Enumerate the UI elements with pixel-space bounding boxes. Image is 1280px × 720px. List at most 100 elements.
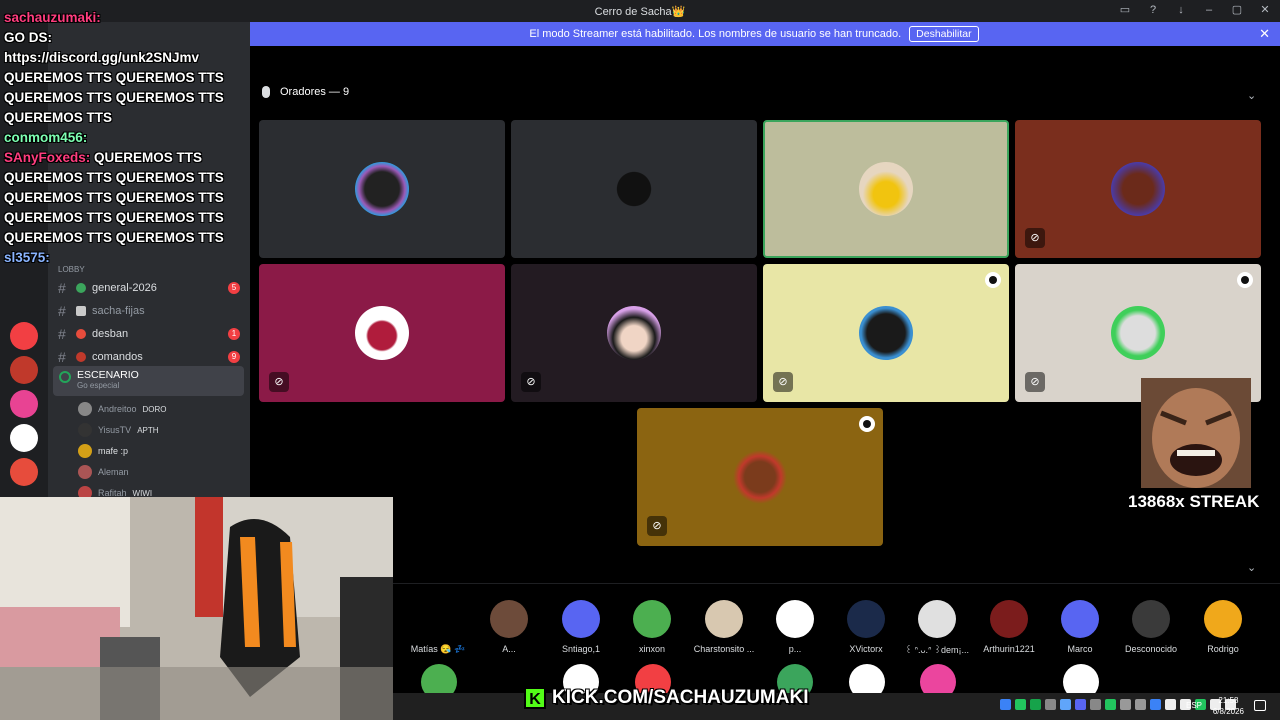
audience-member[interactable]: xinxon	[617, 600, 687, 654]
avatar	[990, 600, 1028, 638]
avatar	[1111, 306, 1165, 360]
speaker-tile[interactable]: ⊘	[1015, 120, 1261, 258]
tray-app-icon[interactable]	[1000, 699, 1011, 710]
speaker-tile[interactable]	[259, 120, 505, 258]
audience-member[interactable]: p...	[760, 600, 830, 654]
language-indicator[interactable]: ESP	[1186, 701, 1202, 710]
stage-channel-escenario[interactable]: ESCENARIO Go especial	[53, 366, 244, 396]
tray-app-icon[interactable]	[1015, 699, 1026, 710]
audience-member[interactable]: Charstonsito ...	[689, 600, 759, 654]
speaker-tile[interactable]: ⊘	[637, 408, 883, 546]
hash-icon: #	[58, 348, 66, 365]
audience-member[interactable]: XVictorx	[831, 600, 901, 654]
voice-user[interactable]: Andreitoo DORO	[78, 401, 167, 417]
server-icon[interactable]	[10, 356, 38, 384]
voice-user[interactable]: Aleman	[78, 464, 129, 480]
channel-item-sacha-fijas[interactable]: # sacha-fijas	[50, 299, 248, 322]
avatar	[614, 162, 654, 216]
audience-member[interactable]: ꒰ ᐢ.ᴗ.ᐢ ꒱dem¡...	[902, 600, 972, 656]
maximize-icon[interactable]: ▢	[1230, 3, 1244, 17]
close-window-icon[interactable]: ✕	[1258, 3, 1272, 17]
tray-app-icon[interactable]	[1135, 699, 1146, 710]
banner-close-icon[interactable]: ✕	[1259, 26, 1270, 42]
speaker-tile[interactable]	[763, 120, 1009, 258]
moderator-badge-icon	[1237, 272, 1253, 288]
disable-streamer-button[interactable]: Deshabilitar	[909, 26, 979, 42]
server-icon[interactable]	[10, 458, 38, 486]
streamer-mode-banner: El modo Streamer está habilitado. Los no…	[228, 22, 1280, 46]
car-emoji-icon	[76, 351, 86, 362]
minimize-icon[interactable]: –	[1202, 3, 1216, 17]
avatar	[1061, 600, 1099, 638]
user-tag: APTH	[137, 425, 159, 435]
tray-app-icon[interactable]	[1030, 699, 1041, 710]
chevron-down-icon[interactable]: ⌄	[1247, 89, 1256, 102]
tray-app-icon[interactable]	[1105, 699, 1116, 710]
tray-app-icon[interactable]	[1060, 699, 1071, 710]
tray-app-icon[interactable]	[1045, 699, 1056, 710]
tray-app-icon[interactable]	[1090, 699, 1101, 710]
avatar	[733, 450, 787, 504]
webcam-overlay	[0, 497, 393, 720]
audience-member[interactable]: Marco	[1045, 600, 1115, 654]
download-icon[interactable]: ↓	[1174, 3, 1188, 17]
channel-name: sacha-fijas	[92, 304, 145, 317]
speaker-tile[interactable]: ⊘	[259, 264, 505, 402]
muted-mic-icon: ⊘	[1025, 372, 1045, 392]
audience-member[interactable]: Desconocido	[1116, 600, 1186, 654]
chat-message: QUEREMOS TTS QUEREMOS TTS QUEREMOS TTS Q…	[4, 70, 224, 125]
hash-icon: #	[58, 279, 66, 296]
bluetooth-icon[interactable]	[1150, 699, 1161, 710]
notification-icon[interactable]	[1254, 700, 1266, 711]
speaker-tile[interactable]: ⊘	[511, 264, 757, 402]
avatar	[705, 600, 743, 638]
tray-app-icon[interactable]	[1120, 699, 1131, 710]
audience-member[interactable]: Arthurin1221	[974, 600, 1044, 654]
chevron-down-icon[interactable]: ⌄	[1247, 561, 1256, 574]
channel-item-comandos[interactable]: # comandos 9	[50, 345, 248, 368]
avatar	[859, 162, 913, 216]
server-icon[interactable]	[10, 424, 38, 452]
member-name: Charstonsito ...	[693, 644, 755, 654]
member-name: xinxon	[638, 644, 665, 654]
audience-member[interactable]: Matías 😪 💤	[403, 600, 473, 655]
inbox-icon[interactable]: ▭	[1118, 3, 1132, 17]
channel-name: desban	[92, 327, 129, 340]
member-name: A...	[502, 644, 516, 654]
meme-image	[1141, 378, 1251, 488]
channel-item-desban[interactable]: # desban 1	[50, 322, 248, 345]
server-icon[interactable]	[10, 390, 38, 418]
webcam-feed	[0, 497, 393, 720]
speaker-tile[interactable]	[511, 120, 757, 258]
avatar	[490, 600, 528, 638]
member-name: XVictorx	[849, 644, 883, 654]
stage-name: ESCENARIO	[77, 369, 139, 381]
channel-list: LOBBY # general-2026 5 # sacha-fijas # d…	[50, 262, 248, 368]
unread-badge: 1	[228, 327, 240, 340]
audience-member[interactable]: A...	[474, 600, 544, 654]
voice-user[interactable]: YisusTV APTH	[78, 422, 159, 438]
speakers-header[interactable]: Oradores — 9	[262, 86, 349, 98]
avatar	[355, 306, 409, 360]
discord-tray-icon[interactable]	[1075, 699, 1086, 710]
help-icon[interactable]: ?	[1146, 3, 1160, 17]
audience-member[interactable]: Sntiago,1	[546, 600, 616, 654]
audience-list: Matías 😪 💤 A... Sntiago,1 xinxon Charsto…	[393, 583, 1280, 700]
taskbar-clock[interactable]: 21:58 6/8/2026	[1213, 695, 1244, 717]
clock-date: 6/8/2026	[1212, 707, 1244, 716]
member-name: Arthurin1221	[983, 644, 1035, 654]
audience-member[interactable]: Rodrigo	[1188, 600, 1258, 654]
usb-icon[interactable]	[1165, 699, 1176, 710]
avatar	[776, 600, 814, 638]
avatar	[1111, 162, 1165, 216]
voice-user[interactable]: mafe :p	[78, 443, 128, 459]
stage-icon	[59, 371, 71, 383]
channel-name: general-2026	[92, 281, 157, 294]
speaker-tile[interactable]: ⊘	[763, 264, 1009, 402]
channel-item-general-2026[interactable]: # general-2026 5	[50, 276, 248, 299]
server-icon[interactable]	[10, 322, 38, 350]
avatar	[859, 306, 913, 360]
member-name: Matías 😪 💤	[410, 644, 466, 654]
laughing-face-image	[1141, 378, 1251, 488]
user-name: YisusTV	[98, 425, 132, 435]
